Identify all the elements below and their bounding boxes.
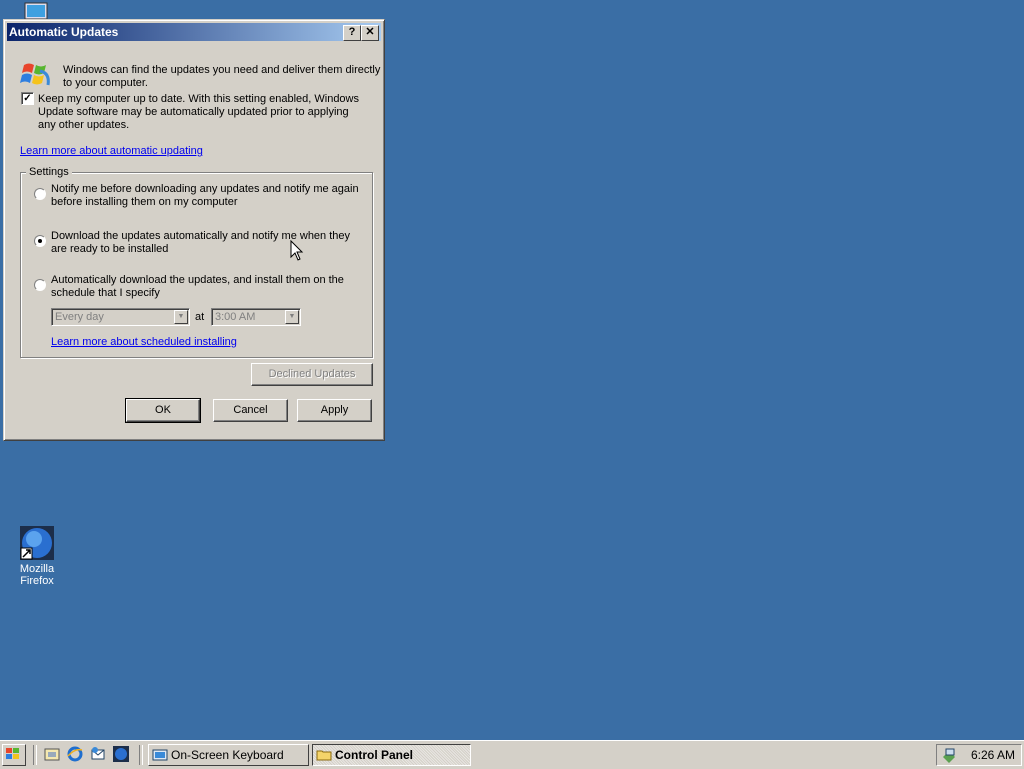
chevron-down-icon: ▼ bbox=[285, 310, 299, 324]
radio-download-automatically[interactable] bbox=[34, 235, 46, 247]
mouse-cursor-icon bbox=[290, 240, 304, 261]
task-label: Control Panel bbox=[335, 748, 414, 762]
keep-uptodate-label: Keep my computer up to date. With this s… bbox=[38, 93, 359, 131]
system-tray: 6:26 AM bbox=[936, 744, 1022, 766]
radio-label-download-auto: Download the updates automatically and n… bbox=[51, 230, 351, 255]
radio-notify-before-download[interactable] bbox=[34, 188, 46, 200]
ok-button[interactable]: OK bbox=[125, 398, 201, 423]
taskbar: On-Screen Keyboard Control Panel 6:26 AM bbox=[0, 740, 1024, 769]
settings-group-label: Settings bbox=[26, 166, 72, 179]
schedule-time-value: 3:00 AM bbox=[215, 311, 256, 323]
radio-label-schedule: Automatically download the updates, and … bbox=[51, 274, 344, 299]
desktop-icon-firefox[interactable]: Mozilla Firefox bbox=[2, 526, 72, 587]
help-button[interactable]: ? bbox=[343, 25, 361, 41]
radio-label-notify: Notify me before downloading any updates… bbox=[51, 183, 359, 208]
dialog-titlebar[interactable]: Automatic Updates ? ✕ bbox=[7, 23, 381, 41]
task-control-panel[interactable]: Control Panel bbox=[312, 744, 471, 766]
apply-button[interactable]: Apply bbox=[297, 399, 372, 422]
task-label: On-Screen Keyboard bbox=[171, 748, 284, 762]
firefox-icon bbox=[20, 526, 54, 560]
desktop-icon-label: Mozilla Firefox bbox=[19, 563, 55, 587]
start-button[interactable] bbox=[2, 744, 26, 766]
windows-update-icon bbox=[20, 63, 50, 86]
learn-more-scheduled-link[interactable]: Learn more about scheduled installing bbox=[51, 336, 237, 349]
schedule-day-select[interactable]: Every day ▼ bbox=[51, 308, 190, 326]
dialog-title: Automatic Updates bbox=[9, 25, 119, 39]
taskbar-separator bbox=[33, 745, 37, 765]
show-desktop-icon[interactable] bbox=[44, 746, 60, 762]
firefox-quicklaunch-icon[interactable] bbox=[113, 746, 129, 762]
desktop-icon-partial[interactable] bbox=[24, 2, 48, 20]
monitor-icon bbox=[24, 2, 48, 20]
learn-more-automatic-link[interactable]: Learn more about automatic updating bbox=[20, 145, 203, 158]
schedule-time-select[interactable]: 3:00 AM ▼ bbox=[211, 308, 301, 326]
radio-schedule-install[interactable] bbox=[34, 279, 46, 291]
windows-logo-icon bbox=[6, 748, 19, 759]
network-tray-icon[interactable] bbox=[941, 747, 957, 763]
folder-icon bbox=[316, 750, 332, 761]
internet-explorer-icon[interactable] bbox=[67, 746, 83, 762]
cancel-button[interactable]: Cancel bbox=[213, 399, 288, 422]
task-on-screen-keyboard[interactable]: On-Screen Keyboard bbox=[148, 744, 309, 766]
close-button[interactable]: ✕ bbox=[361, 25, 379, 41]
keyboard-icon bbox=[152, 749, 168, 761]
declined-updates-button[interactable]: Declined Updates bbox=[251, 363, 373, 386]
keep-uptodate-checkbox[interactable]: ✓ bbox=[21, 92, 34, 105]
at-label: at bbox=[195, 311, 205, 323]
schedule-day-value: Every day bbox=[55, 311, 104, 323]
automatic-updates-dialog: Automatic Updates ? ✕ Windows can find t… bbox=[3, 19, 385, 441]
clock[interactable]: 6:26 AM bbox=[971, 748, 1015, 762]
intro-text: Windows can find the updates you need an… bbox=[63, 64, 381, 89]
taskbar-separator bbox=[139, 745, 143, 765]
chevron-down-icon: ▼ bbox=[174, 310, 188, 324]
outlook-express-icon[interactable] bbox=[90, 746, 106, 762]
